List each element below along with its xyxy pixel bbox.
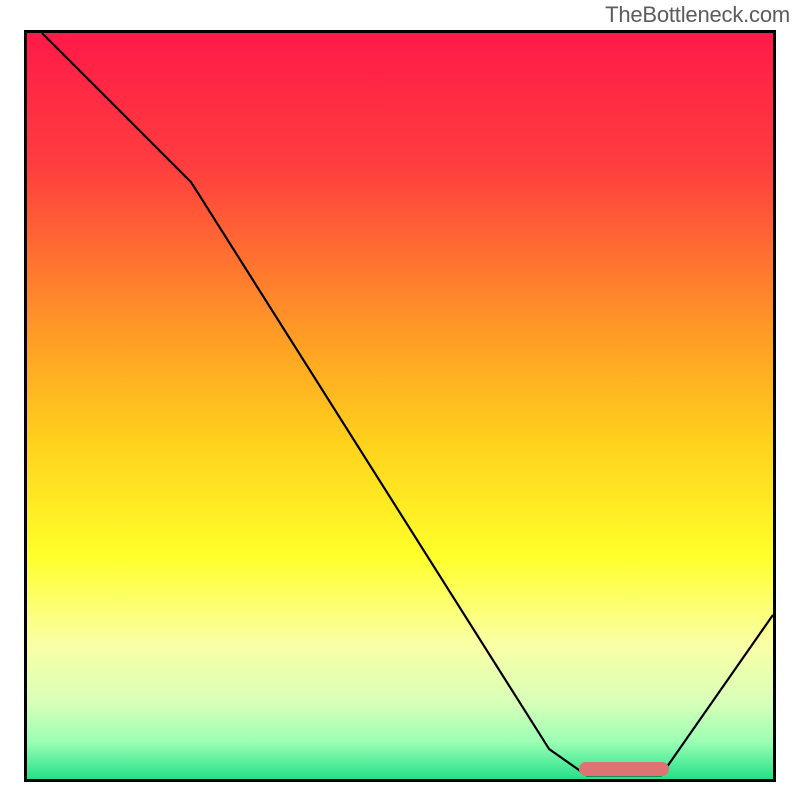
bottleneck-curve (27, 33, 773, 779)
optimal-range-marker (579, 762, 669, 776)
chart-container: TheBottleneck.com (0, 0, 800, 800)
plot-area (24, 30, 776, 782)
watermark-text: TheBottleneck.com (605, 2, 790, 28)
